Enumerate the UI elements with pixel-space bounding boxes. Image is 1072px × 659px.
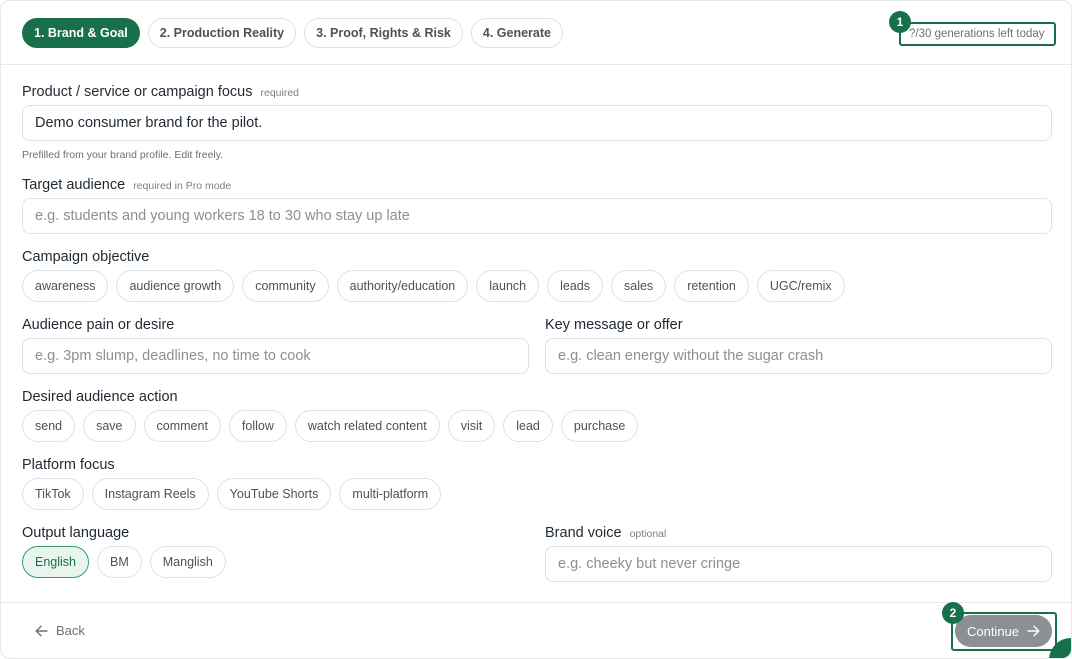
wizard-header: 1. Brand & Goal 2. Production Reality 3.… (1, 1, 1071, 65)
action-chip-follow[interactable]: follow (228, 410, 287, 442)
action-chip-lead[interactable]: lead (503, 410, 553, 442)
objective-chip-leads[interactable]: leads (547, 270, 603, 302)
product-help-text: Prefilled from your brand profile. Edit … (22, 149, 224, 161)
objective-chip-retention[interactable]: retention (674, 270, 749, 302)
annotation-marker-2: 2 (942, 602, 964, 624)
language-label-text: Output language (22, 525, 130, 541)
product-required-hint: required (260, 87, 300, 99)
arrow-left-icon (35, 625, 48, 637)
product-input[interactable]: Demo consumer brand for the pilot. (22, 105, 1052, 141)
message-label-text: Key message or offer (545, 317, 683, 333)
arrow-right-icon (1027, 625, 1040, 637)
voice-optional-hint: optional (629, 528, 667, 540)
audience-required-hint: required in Pro mode (133, 180, 232, 192)
product-label: Product / service or campaign focus requ… (22, 84, 299, 100)
action-chip-watch-related[interactable]: watch related content (294, 410, 440, 442)
action-chip-purchase[interactable]: purchase (560, 410, 639, 442)
stepper: 1. Brand & Goal 2. Production Reality 3.… (22, 18, 563, 48)
voice-label: Brand voice optional (545, 525, 666, 541)
action-chip-send[interactable]: send (22, 410, 76, 442)
objective-chip-awareness[interactable]: awareness (22, 270, 109, 302)
message-label: Key message or offer (545, 317, 683, 333)
platform-chip-youtube-shorts[interactable]: YouTube Shorts (216, 478, 332, 510)
step-production-reality[interactable]: 2. Production Reality (147, 18, 297, 48)
language-chip-english[interactable]: English (22, 546, 89, 578)
pain-label: Audience pain or desire (22, 317, 174, 333)
action-chip-visit[interactable]: visit (447, 410, 496, 442)
pain-label-text: Audience pain or desire (22, 317, 175, 333)
back-button-label: Back (56, 623, 85, 638)
platform-label-text: Platform focus (22, 457, 115, 473)
wizard-panel: 1. Brand & Goal 2. Production Reality 3.… (0, 0, 1072, 659)
step-generate[interactable]: 4. Generate (470, 18, 563, 48)
audience-label: Target audience required in Pro mode (22, 177, 231, 193)
action-label-text: Desired audience action (22, 389, 178, 405)
platform-label: Platform focus (22, 457, 115, 473)
continue-button[interactable]: Continue (955, 615, 1052, 647)
objective-chip-authority-education[interactable]: authority/education (336, 270, 469, 302)
language-chip-bm[interactable]: BM (97, 546, 142, 578)
wizard-footer: Back (1, 602, 1071, 658)
language-options: English BM Manglish (22, 546, 226, 578)
objective-options: awareness audience growth community auth… (22, 270, 845, 302)
voice-input[interactable]: e.g. cheeky but never cringe (545, 546, 1052, 582)
product-label-text: Product / service or campaign focus (22, 84, 253, 100)
objective-chip-audience-growth[interactable]: audience growth (116, 270, 235, 302)
step-brand-goal[interactable]: 1. Brand & Goal (22, 18, 140, 48)
language-chip-manglish[interactable]: Manglish (149, 546, 226, 578)
audience-label-text: Target audience (22, 177, 126, 193)
action-label: Desired audience action (22, 389, 178, 405)
objective-label: Campaign objective (22, 249, 149, 265)
back-button[interactable]: Back (35, 623, 85, 638)
objective-label-text: Campaign objective (22, 249, 150, 265)
action-chip-comment[interactable]: comment (143, 410, 221, 442)
voice-label-text: Brand voice (545, 525, 622, 541)
annotation-marker-1: 1 (889, 11, 911, 33)
action-chip-save[interactable]: save (83, 410, 136, 442)
action-options: send save comment follow watch related c… (22, 410, 639, 442)
platform-chip-instagram-reels[interactable]: Instagram Reels (91, 478, 209, 510)
message-input[interactable]: e.g. clean energy without the sugar cras… (545, 338, 1052, 374)
language-label: Output language (22, 525, 129, 541)
objective-chip-sales[interactable]: sales (611, 270, 667, 302)
pain-input[interactable]: e.g. 3pm slump, deadlines, no time to co… (22, 338, 529, 374)
generations-quota: ?/30 generations left today (899, 22, 1056, 46)
platform-chip-tiktok[interactable]: TikTok (22, 478, 84, 510)
platform-options: TikTok Instagram Reels YouTube Shorts mu… (22, 478, 442, 510)
platform-chip-multi-platform[interactable]: multi-platform (339, 478, 442, 510)
objective-chip-ugc-remix[interactable]: UGC/remix (756, 270, 845, 302)
audience-input[interactable]: e.g. students and young workers 18 to 30… (22, 198, 1052, 234)
objective-chip-community[interactable]: community (242, 270, 329, 302)
objective-chip-launch[interactable]: launch (476, 270, 540, 302)
continue-button-label: Continue (966, 623, 1020, 639)
step-proof-rights-risk[interactable]: 3. Proof, Rights & Risk (304, 18, 463, 48)
